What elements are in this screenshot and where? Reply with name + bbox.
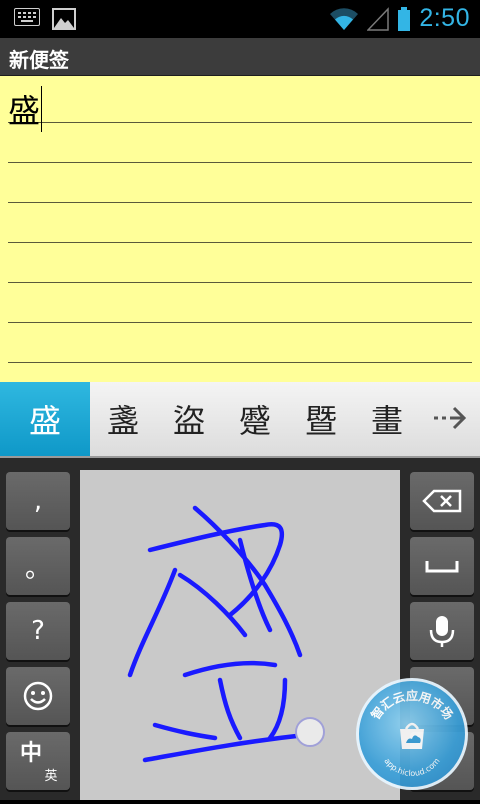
text-cursor [41, 86, 42, 132]
note-line [8, 322, 472, 323]
comma-key[interactable]: , [6, 472, 70, 530]
lang-main-label: 中 [19, 740, 42, 766]
svg-text:app.hicloud.com: app.hicloud.com [382, 756, 441, 778]
clock: 2:50 [419, 4, 470, 32]
more-candidates-arrow-icon[interactable] [432, 396, 468, 440]
watermark-url: app.hicloud.com [382, 756, 441, 778]
candidate-item[interactable]: 盜 [156, 382, 222, 456]
candidate-item[interactable]: 盞 [90, 382, 156, 456]
handwriting-strokes [127, 505, 325, 763]
question-key[interactable]: ? [6, 602, 70, 660]
candidate-item[interactable]: 畫 [354, 382, 420, 456]
note-line [8, 362, 472, 363]
space-icon [425, 561, 459, 573]
candidate-item[interactable]: 蹙 [222, 382, 288, 456]
note-line [8, 282, 472, 283]
voice-input-key[interactable] [410, 602, 474, 660]
status-bar: 2:50 [0, 0, 480, 38]
lang-sub-label: 英 [44, 768, 58, 784]
microphone-icon [429, 616, 455, 647]
smiley-icon [23, 681, 53, 711]
emoji-key[interactable] [6, 667, 70, 725]
note-line [8, 242, 472, 243]
hicloud-watermark-logo: 智汇云应用市场 app.hicloud.com [356, 678, 468, 790]
image-notification-icon [52, 8, 76, 30]
note-line [8, 162, 472, 163]
keyboard-notification-icon [14, 8, 40, 26]
candidate-bar: 盛 盞 盜 蹙 暨 畫 [0, 382, 480, 458]
backspace-key[interactable] [410, 472, 474, 530]
title-bar: 新便签 [0, 38, 480, 76]
candidate-item[interactable]: 暨 [288, 382, 354, 456]
page-title: 新便签 [9, 48, 69, 72]
pen-cursor [295, 717, 325, 747]
handwriting-pad[interactable] [80, 470, 400, 800]
note-text[interactable]: 盛 [8, 86, 40, 132]
note-editor[interactable]: 盛 [0, 76, 480, 382]
note-line [8, 202, 472, 203]
backspace-icon [422, 489, 462, 513]
period-key[interactable]: 。 [6, 537, 70, 595]
battery-icon [398, 6, 411, 31]
signal-icon [367, 6, 390, 31]
wifi-icon [330, 7, 359, 30]
language-switch-key[interactable]: 中 英 [6, 732, 70, 790]
svg-text:智汇云应用市场: 智汇云应用市场 [367, 688, 456, 723]
candidate-item[interactable]: 盛 [0, 382, 90, 456]
watermark-brand: 智汇云应用市场 [367, 688, 456, 723]
space-key[interactable] [410, 537, 474, 595]
note-line [8, 122, 472, 123]
